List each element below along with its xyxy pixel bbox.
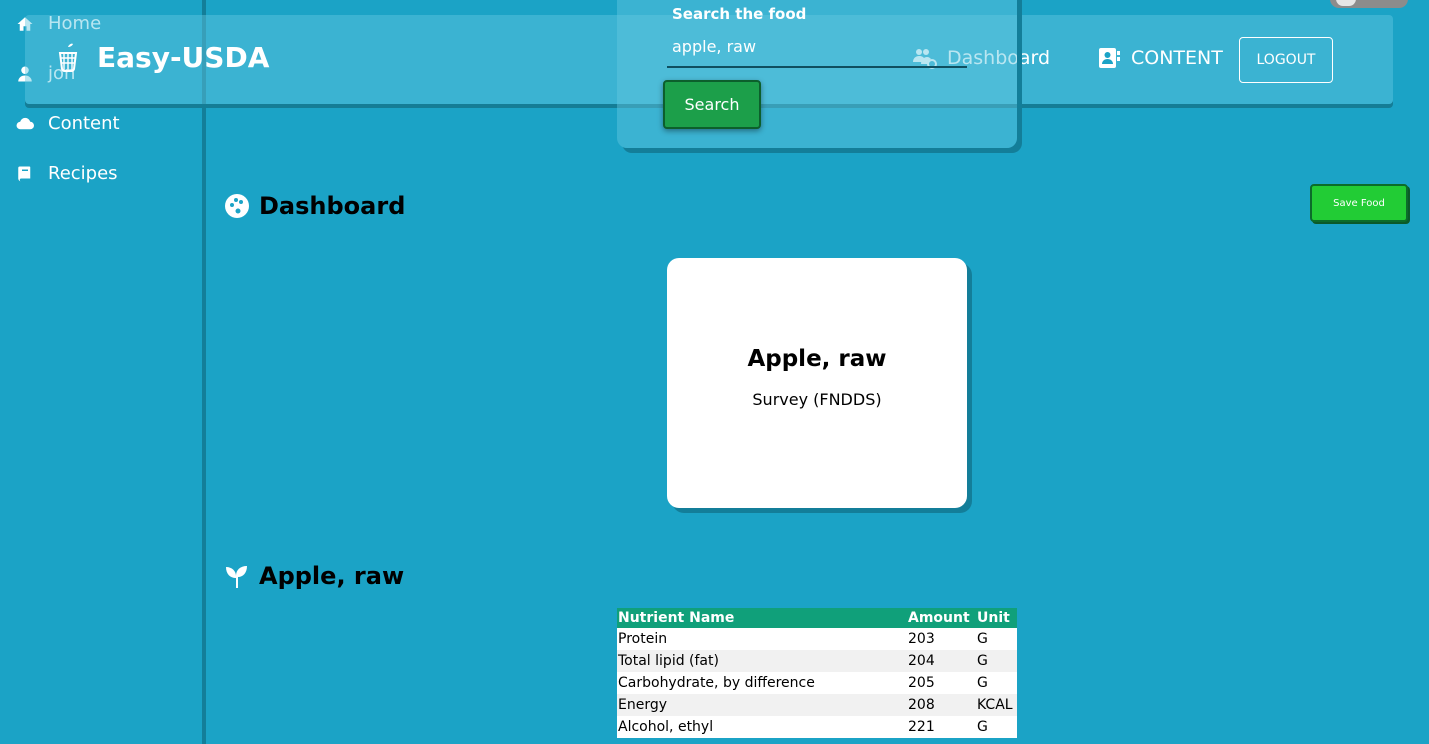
nutrient-name: Alcohol, ethyl: [617, 716, 907, 738]
search-card: Search the food Search: [617, 0, 1017, 148]
save-food-button[interactable]: Save Food: [1310, 184, 1408, 222]
sidebar-item-recipes[interactable]: Recipes: [16, 163, 118, 184]
nutrient-name: Protein: [617, 628, 907, 650]
sidebar: Home jon Content Recipes: [0, 0, 206, 744]
nav-content-link[interactable]: CONTENT: [1097, 47, 1223, 69]
sidebar-item-content[interactable]: Content: [16, 113, 120, 134]
seedling-icon: [226, 566, 247, 588]
book-icon: [18, 166, 31, 181]
brand[interactable]: Easy-USDA: [55, 41, 269, 74]
nutrient-amount: 221: [907, 716, 976, 738]
nutrient-unit: KCAL: [976, 694, 1017, 716]
palette-icon: [225, 194, 249, 218]
search-input[interactable]: [667, 26, 967, 68]
cloud-icon: [16, 117, 34, 129]
contact-card-icon: [1099, 48, 1120, 68]
logout-button[interactable]: LOGOUT: [1239, 37, 1333, 83]
theme-toggle[interactable]: [1330, 0, 1408, 8]
nutrient-name: Carbohydrate, by difference: [617, 672, 907, 694]
food-section-title: Apple, raw: [259, 562, 405, 590]
nutrient-unit: G: [976, 716, 1017, 738]
nutrient-amount: 208: [907, 694, 976, 716]
nav-link-label: CONTENT: [1131, 47, 1223, 69]
sidebar-item-label: Recipes: [48, 163, 118, 184]
food-card[interactable]: Apple, raw Survey (FNDDS): [667, 258, 967, 508]
nutrient-name: Total lipid (fat): [617, 650, 907, 672]
table-row: Protein 203 G: [617, 628, 1017, 650]
nutrient-name: Energy: [617, 694, 907, 716]
table-row: Carbohydrate, by difference 205 G: [617, 672, 1017, 694]
food-card-name: Apple, raw: [747, 346, 887, 372]
table-row: Energy 208 KCAL: [617, 694, 1017, 716]
food-card-data-type: Survey (FNDDS): [752, 390, 882, 409]
nutrient-unit: G: [976, 650, 1017, 672]
brand-name: Easy-USDA: [97, 41, 270, 74]
nutrient-table: Nutrient Name Amount Unit Protein 203 G …: [617, 608, 1017, 738]
table-header-row: Nutrient Name Amount Unit: [617, 608, 1017, 628]
nutrient-amount: 203: [907, 628, 976, 650]
column-header: Unit: [976, 608, 1017, 628]
dashboard-heading: Dashboard: [225, 192, 405, 220]
table-row: Total lipid (fat) 204 G: [617, 650, 1017, 672]
nutrient-unit: G: [976, 628, 1017, 650]
nutrient-amount: 205: [907, 672, 976, 694]
column-header: Nutrient Name: [617, 608, 907, 628]
search-label: Search the food: [672, 5, 807, 23]
table-row: Alcohol, ethyl 221 G: [617, 716, 1017, 738]
food-section-heading: Apple, raw: [225, 562, 404, 590]
nutrient-unit: G: [976, 672, 1017, 694]
column-header: Amount: [907, 608, 976, 628]
sidebar-item-label: Content: [48, 113, 120, 134]
dashboard-title: Dashboard: [259, 192, 406, 220]
apple-basket-icon: [58, 43, 78, 72]
nutrient-amount: 204: [907, 650, 976, 672]
search-button[interactable]: Search: [663, 80, 761, 129]
